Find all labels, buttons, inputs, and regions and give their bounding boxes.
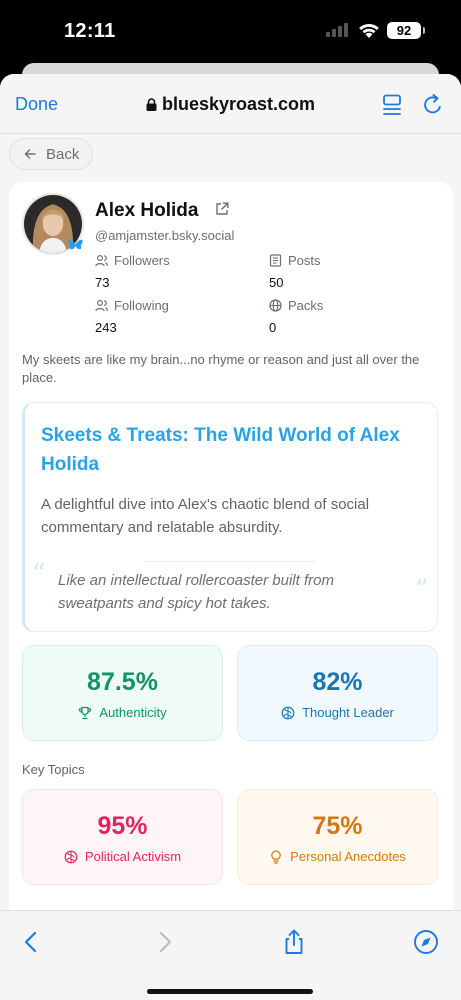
- score-value: 87.5%: [87, 668, 158, 696]
- feature-quote: Like an intellectual rollercoaster built…: [58, 572, 334, 612]
- battery-indicator: 92: [387, 22, 425, 39]
- cellular-signal-icon: [326, 23, 348, 37]
- stat-value: 0: [269, 320, 277, 335]
- wifi-icon: [359, 23, 379, 38]
- users-icon: [95, 254, 108, 267]
- bluesky-butterfly-icon: [68, 239, 83, 250]
- quote-open-icon: “: [32, 559, 46, 589]
- status-time: 12:11: [64, 20, 116, 42]
- quote-close-icon: ”: [415, 575, 429, 605]
- stat-following: Following 243: [95, 298, 169, 335]
- share-icon[interactable]: [281, 929, 307, 955]
- globe-icon: [269, 299, 282, 312]
- forward-chevron-icon[interactable]: [152, 929, 178, 955]
- topic-label: Political Activism: [84, 849, 182, 864]
- score-card-thought-leader: 82% Thought Leader: [237, 645, 438, 741]
- topic-value: 75%: [312, 812, 363, 840]
- score-value: 82%: [312, 668, 363, 696]
- profile-name: Alex Holida: [95, 200, 199, 221]
- topic-card-political-activism: 95% Political Activism: [22, 789, 223, 885]
- stat-value: 50: [269, 275, 284, 290]
- roast-feature-card: Skeets & Treats: The Wild World of Alex …: [22, 402, 438, 632]
- lightbulb-icon: [271, 850, 281, 864]
- topic-value: 95%: [97, 812, 148, 840]
- brain-icon: [281, 706, 295, 719]
- stat-value: 243: [95, 320, 117, 335]
- stat-packs: Packs 0: [269, 298, 323, 335]
- profile-handle: @amjamster.bsky.social: [95, 228, 235, 243]
- posts-icon: [269, 254, 282, 267]
- key-topics-heading: Key Topics: [22, 762, 85, 777]
- quote-divider: [145, 561, 315, 562]
- reload-icon[interactable]: [422, 94, 444, 116]
- topic-label: Personal Anecdotes: [290, 849, 406, 864]
- back-button[interactable]: Back: [9, 138, 93, 170]
- web-page: Back Alex Holida @amjamster.bsky.social …: [0, 134, 461, 910]
- home-indicator: [147, 989, 313, 994]
- stat-posts: Posts 50: [269, 253, 321, 290]
- browser-toolbar: Done blueskyroast.com: [0, 74, 461, 134]
- stat-label: Followers: [114, 253, 170, 268]
- feature-description: A delightful dive into Alex's chaotic bl…: [41, 496, 370, 536]
- browser-bottom-bar: [0, 910, 461, 1000]
- reader-view-icon[interactable]: [382, 94, 402, 116]
- compass-icon[interactable]: [413, 929, 439, 955]
- avatar: [22, 193, 84, 255]
- stat-label: Packs: [288, 298, 324, 313]
- profile-card: Alex Holida @amjamster.bsky.social Follo…: [9, 182, 453, 910]
- profile-bio: My skeets are like my brain...no rhyme o…: [22, 352, 420, 385]
- feature-title: Skeets & Treats: The Wild World of Alex …: [41, 425, 400, 475]
- external-link-icon[interactable]: [215, 202, 229, 216]
- topic-card-personal-anecdotes: 75% Personal Anecdotes: [237, 789, 438, 885]
- url-text: blueskyroast.com: [161, 94, 316, 114]
- status-bar: 12:11 92: [0, 0, 461, 62]
- stat-label: Posts: [288, 253, 321, 268]
- trophy-icon: [79, 706, 92, 719]
- stat-label: Following: [114, 298, 169, 313]
- back-label: Back: [46, 145, 80, 163]
- score-card-authenticity: 87.5% Authenticity: [22, 645, 223, 741]
- stat-followers: Followers 73: [95, 253, 170, 290]
- score-label: Thought Leader: [302, 705, 394, 720]
- score-label: Authenticity: [99, 705, 167, 720]
- browser-sheet: Done blueskyroast.com Back Alex Holida @…: [0, 74, 461, 1000]
- lock-icon: [146, 98, 157, 111]
- users-icon: [95, 299, 108, 312]
- stat-value: 73: [95, 275, 110, 290]
- arrow-left-icon: [24, 149, 36, 159]
- back-chevron-icon[interactable]: [18, 929, 44, 955]
- brain-icon: [64, 850, 78, 863]
